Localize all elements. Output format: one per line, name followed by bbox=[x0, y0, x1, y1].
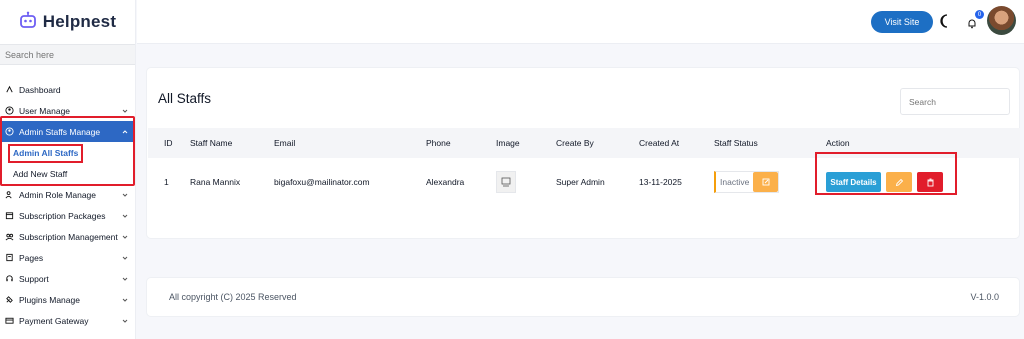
sidebar-item-pages[interactable]: Pages bbox=[0, 247, 135, 268]
footer: All copyright (C) 2025 Reserved V-1.0.0 bbox=[146, 277, 1020, 317]
column-header-staff-status[interactable]: Staff Status bbox=[714, 128, 758, 158]
plugin-icon bbox=[5, 295, 14, 304]
chevron-up-icon bbox=[121, 128, 129, 136]
status-badge: Inactive bbox=[714, 171, 779, 193]
sidebar: Helpnest Dashboard User Manage Admin Sta… bbox=[0, 0, 136, 339]
topbar: Visit Site 0 bbox=[137, 0, 1024, 44]
bell-icon[interactable] bbox=[967, 16, 977, 34]
moon-icon[interactable] bbox=[939, 14, 951, 33]
cell-staff-status: Inactive bbox=[714, 162, 779, 202]
dashboard-icon bbox=[5, 85, 14, 94]
notification-badge: 0 bbox=[975, 10, 984, 19]
sidebar-item-label: Admin Role Manage bbox=[19, 189, 97, 200]
column-header-id[interactable]: ID bbox=[164, 128, 173, 158]
sidebar-item-user-manage[interactable]: User Manage bbox=[0, 100, 135, 121]
cell-id: 1 bbox=[164, 177, 169, 187]
sidebar-item-dashboard[interactable]: Dashboard bbox=[0, 79, 135, 100]
cell-created-at: 13-11-2025 bbox=[639, 177, 682, 187]
column-header-created-at[interactable]: Created At bbox=[639, 128, 679, 158]
sidebar-item-plugins-manage[interactable]: Plugins Manage bbox=[0, 289, 135, 310]
sidebar-item-label: Support bbox=[19, 273, 49, 284]
payment-icon bbox=[5, 316, 14, 325]
chevron-down-icon bbox=[121, 233, 129, 241]
chevron-down-icon bbox=[121, 275, 129, 283]
column-header-image[interactable]: Image bbox=[496, 128, 520, 158]
copyright-text: All copyright (C) 2025 Reserved bbox=[169, 292, 297, 302]
column-header-email[interactable]: Email bbox=[274, 128, 295, 158]
chevron-down-icon bbox=[121, 107, 129, 115]
sidebar-search bbox=[0, 44, 135, 65]
subscription-icon bbox=[5, 232, 14, 241]
sidebar-item-label: Subscription Management bbox=[19, 231, 118, 242]
highlight-box-admin-all-staffs bbox=[8, 144, 83, 163]
sidebar-item-label: Pages bbox=[19, 252, 44, 263]
support-icon bbox=[5, 274, 14, 283]
version-text: V-1.0.0 bbox=[970, 292, 999, 302]
staff-image bbox=[496, 171, 516, 193]
sidebar-subitem-add-new-staff[interactable]: Add New Staff bbox=[0, 163, 135, 184]
sidebar-item-label: Subscription Packages bbox=[19, 210, 106, 221]
sidebar-item-label: Plugins Manage bbox=[19, 294, 80, 305]
sidebar-item-support[interactable]: Support bbox=[0, 268, 135, 289]
toggle-status-button[interactable] bbox=[753, 172, 778, 192]
staffs-card: All Staffs ID Staff Name Email Phone Ima… bbox=[146, 67, 1020, 239]
cell-phone: Alexandra bbox=[426, 177, 465, 187]
sidebar-search-input[interactable] bbox=[5, 49, 125, 60]
chevron-down-icon bbox=[121, 296, 129, 304]
staff-details-button[interactable]: Staff Details bbox=[826, 172, 881, 192]
edit-button[interactable] bbox=[886, 172, 912, 192]
sidebar-item-label: Admin Staffs Manage bbox=[19, 126, 101, 137]
brand-name: Helpnest bbox=[42, 12, 117, 31]
brand-logo[interactable]: Helpnest bbox=[0, 0, 135, 44]
delete-button[interactable] bbox=[917, 172, 943, 192]
sidebar-item-label: Payment Gateway bbox=[19, 315, 89, 326]
cell-create-by: Super Admin bbox=[556, 177, 605, 187]
pencil-icon bbox=[895, 178, 903, 186]
staff-search-input[interactable] bbox=[900, 88, 1010, 115]
robot-icon bbox=[19, 11, 37, 34]
table-row: 1 Rana Mannix bigafoxu@mailinator.com Al… bbox=[148, 162, 1020, 202]
sidebar-nav: Dashboard User Manage Admin Staffs Manag… bbox=[0, 79, 135, 331]
pages-icon bbox=[5, 253, 14, 262]
role-icon bbox=[5, 190, 14, 199]
column-header-create-by[interactable]: Create By bbox=[556, 128, 594, 158]
sidebar-item-label: Dashboard bbox=[19, 84, 61, 95]
visit-site-button[interactable]: Visit Site bbox=[871, 11, 933, 33]
sidebar-item-label: User Manage bbox=[19, 105, 71, 116]
chevron-down-icon bbox=[121, 317, 129, 325]
column-header-phone[interactable]: Phone bbox=[426, 128, 451, 158]
cell-actions: Staff Details bbox=[826, 162, 943, 202]
chevron-down-icon bbox=[121, 254, 129, 262]
user-icon bbox=[5, 106, 14, 115]
sidebar-item-subscription-packages[interactable]: Subscription Packages bbox=[0, 205, 135, 226]
chevron-down-icon bbox=[121, 191, 129, 199]
page-title: All Staffs bbox=[158, 91, 212, 106]
sidebar-item-admin-staffs-manage[interactable]: Admin Staffs Manage bbox=[0, 121, 135, 142]
sidebar-item-admin-role-manage[interactable]: Admin Role Manage bbox=[0, 184, 135, 205]
package-icon bbox=[5, 211, 14, 220]
avatar[interactable] bbox=[987, 6, 1016, 35]
sidebar-item-subscription-management[interactable]: Subscription Management bbox=[0, 226, 135, 247]
edit-square-icon bbox=[762, 178, 770, 186]
cell-staff-name: Rana Mannix bbox=[190, 177, 241, 187]
table-header: ID Staff Name Email Phone Image Create B… bbox=[148, 128, 1020, 158]
user-icon bbox=[5, 127, 14, 136]
cell-email: bigafoxu@mailinator.com bbox=[274, 177, 370, 187]
trash-icon bbox=[927, 178, 933, 186]
chevron-down-icon bbox=[121, 212, 129, 220]
sidebar-item-payment-gateway[interactable]: Payment Gateway bbox=[0, 310, 135, 331]
status-text: Inactive bbox=[720, 177, 750, 187]
cell-image bbox=[496, 162, 516, 202]
column-header-action[interactable]: Action bbox=[826, 128, 850, 158]
column-header-staff-name[interactable]: Staff Name bbox=[190, 128, 232, 158]
